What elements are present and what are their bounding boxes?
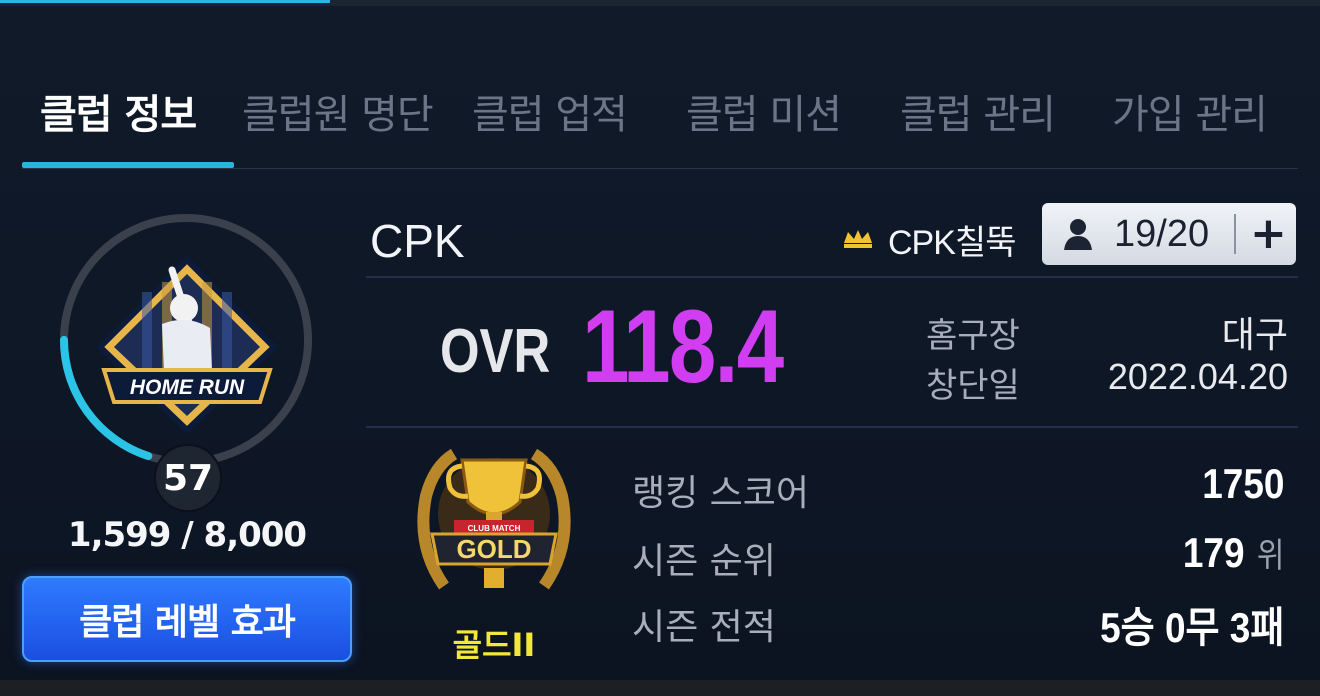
tab-club-management[interactable]: 클럽 관리: [900, 82, 1056, 140]
tab-member-list[interactable]: 클럽원 명단: [242, 82, 434, 140]
founded-label: 창단일: [926, 366, 1020, 406]
founded-value: 2022.04.20: [1107, 356, 1288, 397]
ranking-score-label: 랭킹 스코어: [632, 473, 810, 514]
tab-club-info[interactable]: 클럽 정보: [40, 82, 197, 140]
club-emblem: HOME RUN: [95, 255, 279, 432]
season-rank: 179 위: [1182, 528, 1284, 577]
tier-name: 골드II: [452, 626, 536, 664]
home-stadium-value: 대구: [1221, 314, 1288, 355]
ovr-label: OVR: [440, 317, 551, 386]
member-count-box[interactable]: 19/20 +: [1042, 203, 1296, 265]
season-record-value: 5승 0무 3패: [1099, 604, 1284, 651]
top-progress-accent: [0, 0, 330, 3]
season-rank-value: 179: [1182, 529, 1245, 576]
season-rank-label: 시즌 순위: [632, 541, 776, 582]
tab-divider: [22, 168, 1298, 169]
leader-name: CPK칠뚝: [888, 223, 1016, 262]
tab-club-missions[interactable]: 클럽 미션: [686, 82, 842, 140]
tab-bar: 클럽 정보 클럽원 명단 클럽 업적 클럽 미션 클럽 관리 가입 관리: [22, 70, 1298, 170]
club-leader: CPK칠뚝: [842, 214, 1016, 264]
person-icon: [1064, 219, 1092, 250]
club-level-badge: 57: [154, 444, 222, 512]
club-level-effect-button[interactable]: 클럽 레벨 효과: [22, 576, 352, 662]
bottom-strip: [0, 680, 1320, 696]
crown-icon: [844, 230, 872, 248]
add-member-button[interactable]: +: [1250, 212, 1287, 256]
home-stadium-label: 홈구장: [926, 316, 1020, 356]
header-divider: [366, 276, 1298, 278]
season-rank-unit: 위: [1256, 537, 1284, 575]
tab-join-management[interactable]: 가입 관리: [1112, 82, 1268, 140]
member-count: 19/20: [1114, 212, 1210, 255]
badge-text: GOLD: [456, 534, 531, 564]
club-exp: 1,599 / 8,000: [67, 515, 307, 555]
club-level-ring: HOME RUN 57: [56, 212, 316, 512]
gold-trophy-icon: CLUB MATCH GOLD: [417, 448, 571, 590]
emblem-text: HOME RUN: [130, 376, 245, 399]
club-name: CPK: [370, 215, 465, 267]
ovr-value: 118.4: [582, 289, 784, 405]
tab-club-achievements[interactable]: 클럽 업적: [472, 82, 628, 140]
season-record-label: 시즌 전적: [632, 607, 776, 648]
member-separator: [1234, 214, 1236, 254]
badge-subtext: CLUB MATCH: [468, 524, 521, 533]
ranking-score-value: 1750: [1201, 460, 1284, 507]
ovr-divider: [366, 426, 1298, 428]
